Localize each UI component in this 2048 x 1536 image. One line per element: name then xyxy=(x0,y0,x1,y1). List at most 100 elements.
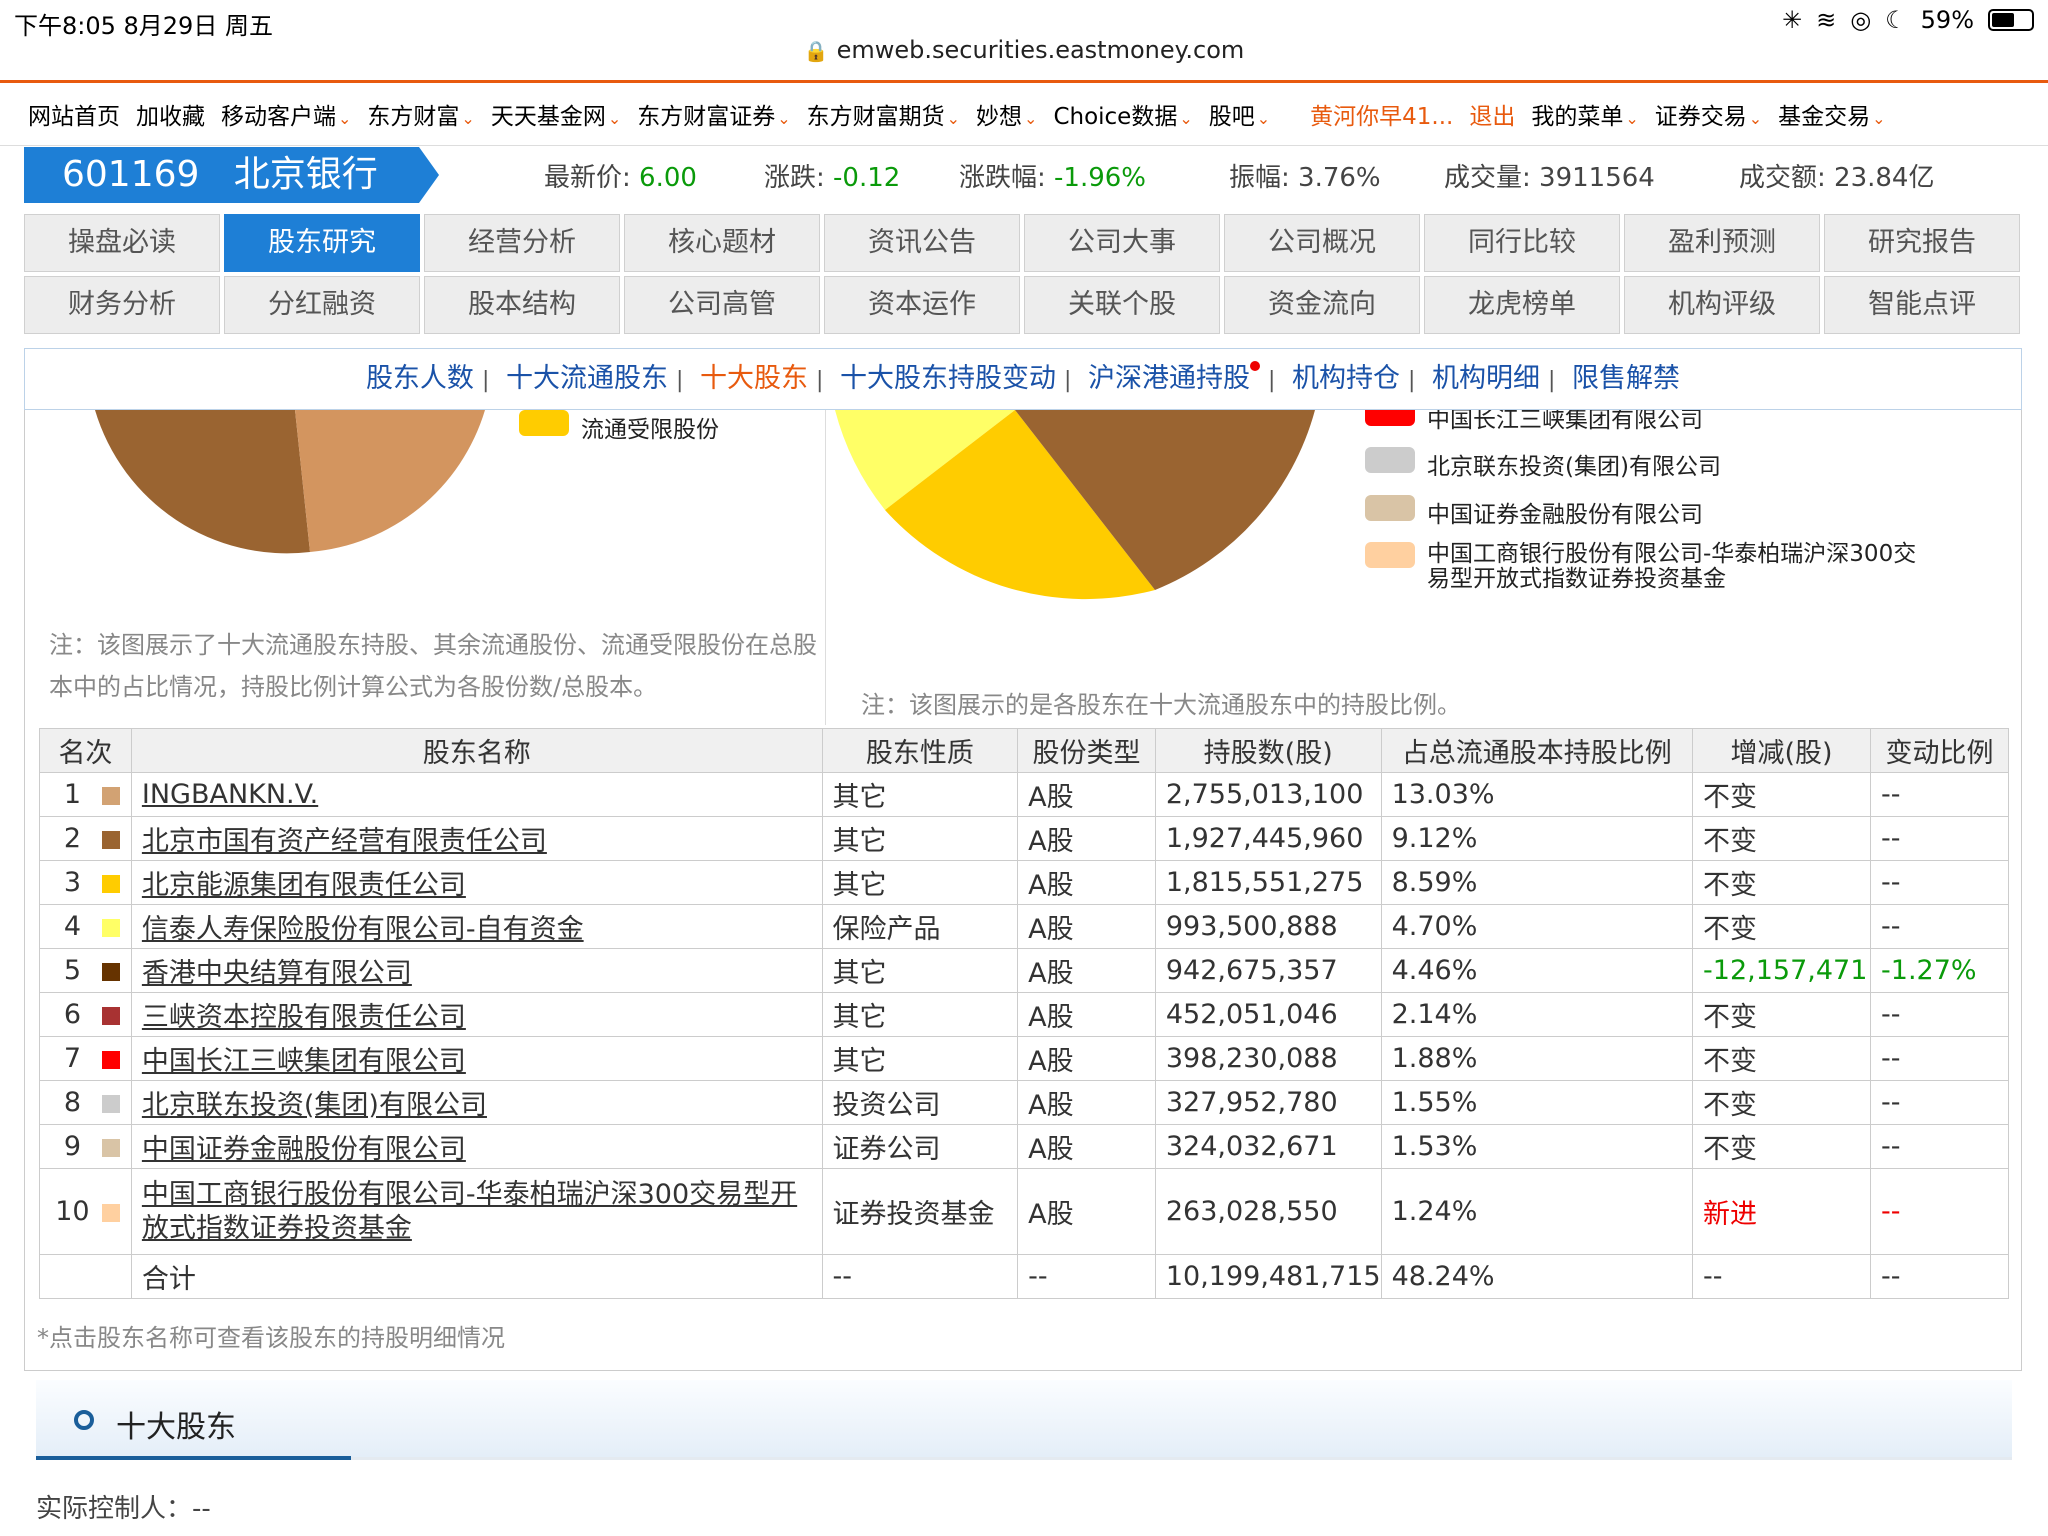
table-row: 3 北京能源集团有限责任公司 其它 A股 1,815,551,275 8.59% 不变 -- xyxy=(39,860,2009,905)
table-row: 9 中国证券金融股份有限公司 证券公司 A股 324,032,671 1.53% 不变 -- xyxy=(39,1124,2009,1169)
subnav-top10-float[interactable]: 十大流通股东 xyxy=(506,363,668,394)
tab-executives[interactable]: 公司高管 xyxy=(624,276,820,334)
tab-shareholder-research[interactable]: 股东研究 xyxy=(224,214,420,272)
table-row: 2 北京市国有资产经营有限责任公司 其它 A股 1,927,445,960 9.12% 不变… xyxy=(39,816,2009,861)
tab-company-events[interactable]: 公司大事 xyxy=(1024,214,1220,272)
holder-name-link[interactable]: 信泰人寿保险股份有限公司-自有资金 xyxy=(142,914,584,945)
nav-fund[interactable]: 天天基金网 ⌄ xyxy=(491,97,621,131)
left-legend-item: 流通受限股份 xyxy=(519,410,719,444)
nav-futures[interactable]: 东方财富期货 ⌄ xyxy=(807,97,960,131)
percent-cell: 1.55% xyxy=(1380,1080,1694,1125)
col-share-type: 股份类型 xyxy=(1017,728,1156,773)
total-label: 合计 xyxy=(130,1254,823,1299)
tab-operation-analysis[interactable]: 经营分析 xyxy=(424,214,620,272)
tab-dividend[interactable]: 分红融资 xyxy=(224,276,420,334)
moon-icon: ☾ xyxy=(1885,6,1907,34)
right-legend-item-2: 北京联东投资(集团)有限公司 xyxy=(1365,447,1721,481)
nav-favorite[interactable]: 加收藏 xyxy=(136,97,205,131)
url-bar[interactable]: 🔒 emweb.securities.eastmoney.com xyxy=(0,36,2048,76)
tab-financial-analysis[interactable]: 财务分析 xyxy=(24,276,220,334)
nav-securities[interactable]: 东方财富证券 ⌄ xyxy=(637,97,790,131)
holder-name-link[interactable]: 中国工商银行股份有限公司-华泰柏瑞沪深300交易型开放式指数证券投资基金 xyxy=(142,1179,797,1244)
nav-mobile-client[interactable]: 移动客户端 ⌄ xyxy=(221,97,351,131)
shares-cell: 993,500,888 xyxy=(1154,904,1382,949)
tab-news[interactable]: 资讯公告 xyxy=(824,214,1020,272)
rank-cell: 1 xyxy=(39,772,132,817)
color-swatch xyxy=(102,874,121,893)
change-ratio-cell: -- xyxy=(1870,860,2009,905)
quote-volume: 成交量: 3911564 xyxy=(1444,163,1655,193)
tab-must-read[interactable]: 操盘必读 xyxy=(24,214,220,272)
main-content: 流通受限股份 注：该图展示了十大流通股东持股、其余流通股份、流通受限股份在总股本… xyxy=(24,410,2022,1370)
nav-choice[interactable]: Choice数据 ⌄ xyxy=(1053,97,1192,131)
wifi-icon: ≋ xyxy=(1816,6,1837,34)
holder-name-cell: 中国工商银行股份有限公司-华泰柏瑞沪深300交易型开放式指数证券投资基金 xyxy=(130,1168,823,1255)
color-swatch xyxy=(102,918,121,937)
change-cell: 不变 xyxy=(1692,904,1872,949)
share-type-cell: A股 xyxy=(1017,1080,1156,1125)
tab-related-stocks[interactable]: 关联个股 xyxy=(1024,276,1220,334)
nav-miaoxiang[interactable]: 妙想 ⌄ xyxy=(976,97,1037,131)
chevron-down-icon: ⌄ xyxy=(338,109,352,128)
tab-capital-operation[interactable]: 资本运作 xyxy=(824,276,1020,334)
nature-cell: 投资公司 xyxy=(821,1080,1019,1125)
chevron-down-icon: ⌄ xyxy=(1256,109,1271,128)
holder-name-link[interactable]: 北京能源集团有限责任公司 xyxy=(142,870,466,901)
table-row: 5 香港中央结算有限公司 其它 A股 942,675,357 4.46% -12,157,4… xyxy=(39,948,2009,993)
nav-guba[interactable]: 股吧 ⌄ xyxy=(1209,97,1270,131)
holder-name-cell: INGBANKN.V. xyxy=(130,772,823,817)
subnav-top10-change[interactable]: 十大股东持股变动 xyxy=(840,363,1056,394)
change-ratio-cell: -- xyxy=(1870,1036,2009,1081)
tab-research-report[interactable]: 研究报告 xyxy=(1824,214,2020,272)
nav-fund-trade[interactable]: 基金交易 ⌄ xyxy=(1778,97,1885,131)
tab-smart-review[interactable]: 智能点评 xyxy=(1824,276,2020,334)
shares-cell: 324,032,671 xyxy=(1154,1124,1382,1169)
subnav-top10[interactable]: 十大股东 xyxy=(700,363,808,394)
tab-core-theme[interactable]: 核心题材 xyxy=(624,214,820,272)
subnav-institution-detail[interactable]: 机构明细 xyxy=(1432,363,1540,394)
share-type-cell: A股 xyxy=(1017,1168,1156,1255)
chevron-down-icon: ⌄ xyxy=(461,109,475,128)
nav-home[interactable]: 网站首页 xyxy=(28,97,120,131)
tab-peer-comparison[interactable]: 同行比较 xyxy=(1424,214,1620,272)
subnav-connect-holdings[interactable]: 沪深港通持股 xyxy=(1088,363,1250,394)
holder-name-link[interactable]: 香港中央结算有限公司 xyxy=(142,958,412,989)
holder-name-link[interactable]: 中国证券金融股份有限公司 xyxy=(142,1134,466,1165)
quote-amplitude: 振幅: 3.76% xyxy=(1229,163,1381,193)
subnav-lockup-release[interactable]: 限售解禁 xyxy=(1572,363,1680,394)
nav-user[interactable]: 黄河你早41... xyxy=(1310,97,1453,131)
tab-share-structure[interactable]: 股本结构 xyxy=(424,276,620,334)
holder-name-link[interactable]: 北京联东投资(集团)有限公司 xyxy=(142,1090,487,1121)
chevron-down-icon: ⌄ xyxy=(1179,109,1193,128)
share-type-cell: A股 xyxy=(1017,772,1156,817)
tab-profit-forecast[interactable]: 盈利预测 xyxy=(1624,214,1820,272)
holder-name-link[interactable]: 中国长江三峡集团有限公司 xyxy=(142,1046,466,1077)
right-legend-item-1: 中国长江三峡集团有限公司 xyxy=(1365,410,1703,434)
shares-cell: 263,028,550 xyxy=(1154,1168,1382,1255)
tab-fund-flow[interactable]: 资金流向 xyxy=(1224,276,1420,334)
holder-name-link[interactable]: INGBANKN.V. xyxy=(142,779,318,810)
nature-cell: 其它 xyxy=(821,816,1019,861)
nav-eastmoney[interactable]: 东方财富 ⌄ xyxy=(367,97,474,131)
share-type-cell: A股 xyxy=(1017,1124,1156,1169)
new-dot-icon xyxy=(1250,361,1260,371)
nav-trade[interactable]: 证券交易 ⌄ xyxy=(1655,97,1762,131)
right-legend-item-3: 中国证券金融股份有限公司 xyxy=(1365,495,1703,529)
subnav-holder-count[interactable]: 股东人数 xyxy=(366,363,474,394)
nav-logout[interactable]: 退出 xyxy=(1469,97,1515,131)
stock-name: 北京银行 xyxy=(233,154,378,195)
quote-turnover: 成交额: 23.84亿 xyxy=(1739,163,1935,193)
holder-name-link[interactable]: 北京市国有资产经营有限责任公司 xyxy=(142,826,547,857)
content-bottom-border xyxy=(24,1370,2022,1371)
chart-divider xyxy=(825,410,826,725)
tab-institution-rating[interactable]: 机构评级 xyxy=(1624,276,1820,334)
color-swatch xyxy=(102,1138,121,1157)
holder-name-cell: 中国证券金融股份有限公司 xyxy=(130,1124,823,1169)
holder-name-link[interactable]: 三峡资本控股有限责任公司 xyxy=(142,1002,466,1033)
tab-dragon-tiger[interactable]: 龙虎榜单 xyxy=(1424,276,1620,334)
tab-company-overview[interactable]: 公司概况 xyxy=(1224,214,1420,272)
change-cell: 不变 xyxy=(1692,1036,1872,1081)
shares-cell: 942,675,357 xyxy=(1154,948,1382,993)
nav-my-menu[interactable]: 我的菜单 ⌄ xyxy=(1531,97,1638,131)
subnav-institution-holdings[interactable]: 机构持仓 xyxy=(1292,363,1400,394)
